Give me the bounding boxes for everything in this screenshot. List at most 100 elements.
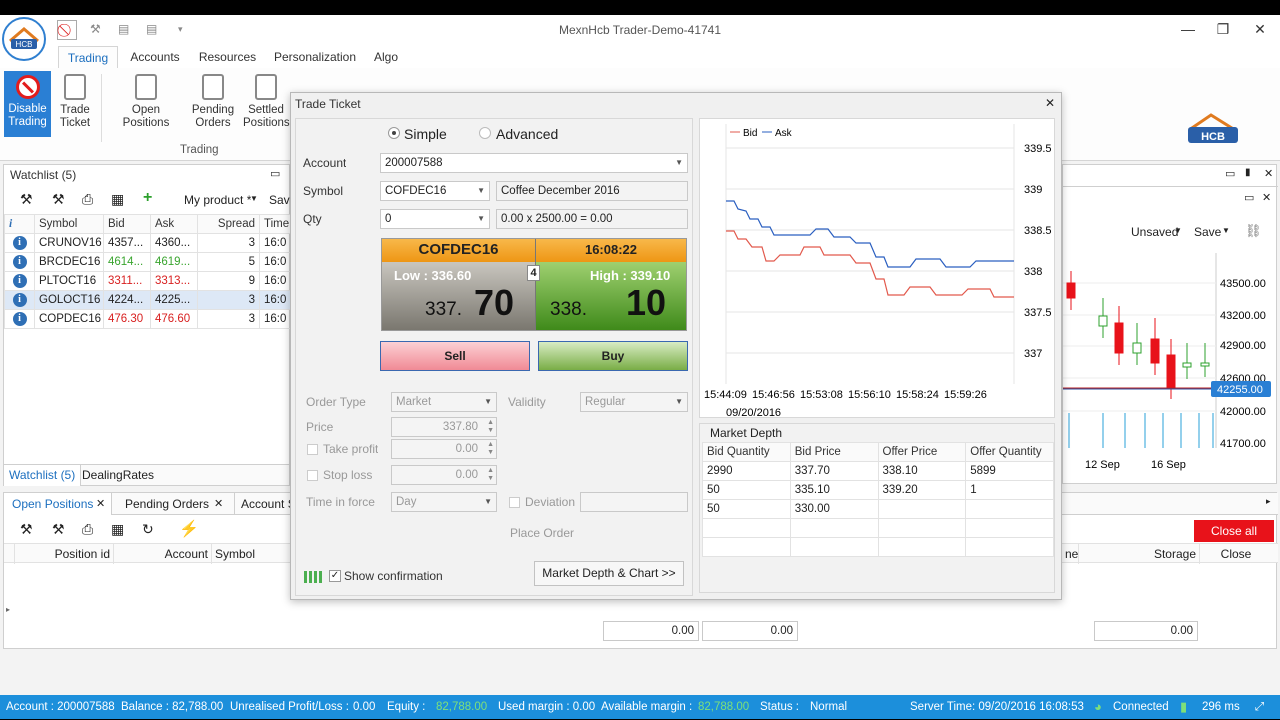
account-select[interactable]: 200007588 ▼ <box>380 153 688 173</box>
my-product-dropdown[interactable]: My product * <box>184 193 251 207</box>
tab-account-summary[interactable]: Account S <box>234 493 292 515</box>
watchlist-minimize-icon[interactable]: ▭ <box>270 167 280 180</box>
chevron-down-icon[interactable]: ▼ <box>250 194 258 203</box>
place-order-button[interactable]: Place Order <box>510 526 574 540</box>
buy-tool-icon[interactable]: ⚒ <box>20 191 33 208</box>
col-position-id[interactable]: Position id <box>16 547 110 561</box>
watchlist-row[interactable]: i COPDEC16 476.30 476.60 3 16:0 <box>4 309 292 329</box>
pos-refresh-icon[interactable]: ↻ <box>142 521 154 538</box>
order-type-select[interactable]: Market ▼ <box>391 392 497 412</box>
col-pos-symbol[interactable]: Symbol <box>215 547 255 561</box>
market-depth-chart-button[interactable]: Market Depth & Chart >> <box>534 561 684 586</box>
unsaved-dropdown[interactable]: Unsaved <box>1131 225 1178 239</box>
restore-icon[interactable]: ❐ <box>1213 19 1233 39</box>
col-close[interactable]: Close <box>1200 547 1272 561</box>
show-confirmation-checkbox[interactable]: ✓ <box>329 570 341 582</box>
watchlist-row[interactable]: i GOLOCT16 4224... 4225... 3 16:0 <box>4 290 292 310</box>
app-logo[interactable]: HCB <box>2 17 46 61</box>
tab-personalization[interactable]: Personalization <box>270 46 360 68</box>
scroll-right-icon[interactable]: ▸ <box>1266 496 1271 507</box>
mode-simple-radio[interactable] <box>388 127 400 139</box>
time-in-force-select[interactable]: Day ▼ <box>391 492 497 512</box>
ask-panel[interactable]: High : 339.10 338. 10 <box>536 262 686 330</box>
info-icon[interactable]: i <box>12 274 27 288</box>
dialog-close-icon[interactable]: ✕ <box>1045 96 1055 110</box>
sell-tool-icon[interactable]: ⚒ <box>52 191 65 208</box>
info-cell[interactable]: i <box>4 271 35 291</box>
mode-advanced-radio[interactable] <box>479 127 491 139</box>
expand-icon[interactable]: ⤢ <box>1255 695 1264 719</box>
tab-dealing-rates[interactable]: DealingRates <box>78 465 158 486</box>
take-profit-checkbox[interactable] <box>307 444 318 455</box>
chart-close-icon[interactable]: ✕ <box>1262 191 1271 204</box>
col-ask[interactable]: Ask <box>150 214 198 234</box>
validity-select[interactable]: Regular ▼ <box>580 392 688 412</box>
watchlist-row[interactable]: i CRUNOV16 4357... 4360... 3 16:0 <box>4 233 292 253</box>
price-input[interactable]: 337.80 ▲ ▼ <box>391 417 497 437</box>
print-icon[interactable]: ⎙ <box>82 191 93 208</box>
col-time[interactable]: Time <box>259 214 292 234</box>
deviation-checkbox[interactable] <box>509 497 520 508</box>
save-watchlist-button[interactable]: Sav <box>269 193 290 207</box>
close-window-icon[interactable]: ✕ <box>1250 19 1270 39</box>
save-chevron-icon[interactable]: ▼ <box>1222 226 1230 235</box>
chart-panel-pin-icon[interactable]: ▮ <box>1245 167 1251 178</box>
minimize-icon[interactable]: — <box>1178 19 1198 39</box>
chart-panel-restore-icon[interactable]: ▭ <box>1225 167 1235 180</box>
info-icon[interactable]: i <box>12 255 27 269</box>
symbol-select[interactable]: COFDEC16 ▼ <box>380 181 490 201</box>
col-symbol[interactable]: Symbol <box>34 214 104 234</box>
col-spread[interactable]: Spread <box>197 214 260 234</box>
market-depth-cell <box>877 537 967 557</box>
qty-select[interactable]: 0 ▼ <box>380 209 490 229</box>
col-partial[interactable]: ne <box>1065 547 1078 561</box>
tab-algo[interactable]: Algo <box>366 46 406 68</box>
bid-panel[interactable]: Low : 336.60 337. 70 <box>382 262 535 330</box>
close-pending-tab-icon[interactable]: ✕ <box>214 497 223 510</box>
lightning-icon[interactable]: ⚡ <box>179 519 199 539</box>
expand-arrow-icon[interactable]: ▸ <box>6 605 10 614</box>
watchlist-row[interactable]: i PLTOCT16 3311... 3313... 9 16:0 <box>4 271 292 291</box>
watchlist-row[interactable]: i BRCDEC16 4614... 4619... 5 16:0 <box>4 252 292 272</box>
add-symbol-icon[interactable]: + <box>143 189 152 207</box>
tab-pending-orders[interactable]: Pending Orders <box>125 493 209 515</box>
stop-loss-input[interactable]: 0.00 ▲ ▼ <box>391 465 497 485</box>
col-bid[interactable]: Bid <box>103 214 151 234</box>
export-icon[interactable]: ▦ <box>111 191 124 208</box>
disable-trading-button[interactable]: Disable Trading <box>4 71 51 137</box>
col-storage[interactable]: Storage <box>1080 547 1196 561</box>
tab-accounts[interactable]: Accounts <box>125 46 185 68</box>
pending-orders-button[interactable]: Pending Orders <box>190 74 236 130</box>
info-icon[interactable]: i <box>12 236 27 250</box>
link-icon[interactable]: ⛓ <box>1245 223 1262 239</box>
tab-resources[interactable]: Resources <box>195 46 260 68</box>
chart-panel-close-icon[interactable]: ✕ <box>1264 167 1273 180</box>
close-tab-icon[interactable]: ✕ <box>96 497 105 510</box>
tab-watchlist[interactable]: Watchlist (5) <box>4 465 82 486</box>
pos-print-icon[interactable]: ⎙ <box>82 521 93 538</box>
info-icon[interactable]: i <box>12 312 27 326</box>
stop-loss-checkbox[interactable] <box>307 470 318 481</box>
settled-positions-button[interactable]: Settled Positions <box>243 74 290 130</box>
tab-trading[interactable]: Trading <box>58 46 118 70</box>
col-account[interactable]: Account <box>114 547 208 561</box>
trade-ticket-button[interactable]: Trade Ticket <box>55 74 95 130</box>
pos-buy-tool-icon[interactable]: ⚒ <box>20 521 33 538</box>
sell-button[interactable]: Sell <box>380 341 530 371</box>
buy-button[interactable]: Buy <box>538 341 688 371</box>
take-profit-input[interactable]: 0.00 ▲ ▼ <box>391 439 497 459</box>
open-positions-button[interactable]: Open Positions <box>108 74 184 130</box>
candle-body <box>1066 282 1076 299</box>
close-all-button[interactable]: Close all <box>1194 520 1274 542</box>
info-icon[interactable]: i <box>12 293 27 307</box>
info-cell[interactable]: i <box>4 233 35 253</box>
chart-restore-icon[interactable]: ▭ <box>1244 191 1254 204</box>
info-cell[interactable]: i <box>4 309 35 329</box>
unsaved-chevron-icon[interactable]: ▼ <box>1174 226 1182 235</box>
save-chart-dropdown[interactable]: Save <box>1194 225 1221 239</box>
info-cell[interactable]: i <box>4 290 35 310</box>
pos-export-icon[interactable]: ▦ <box>111 521 124 538</box>
info-cell[interactable]: i <box>4 252 35 272</box>
pos-sell-tool-icon[interactable]: ⚒ <box>52 521 65 538</box>
deviation-input[interactable] <box>580 492 688 512</box>
